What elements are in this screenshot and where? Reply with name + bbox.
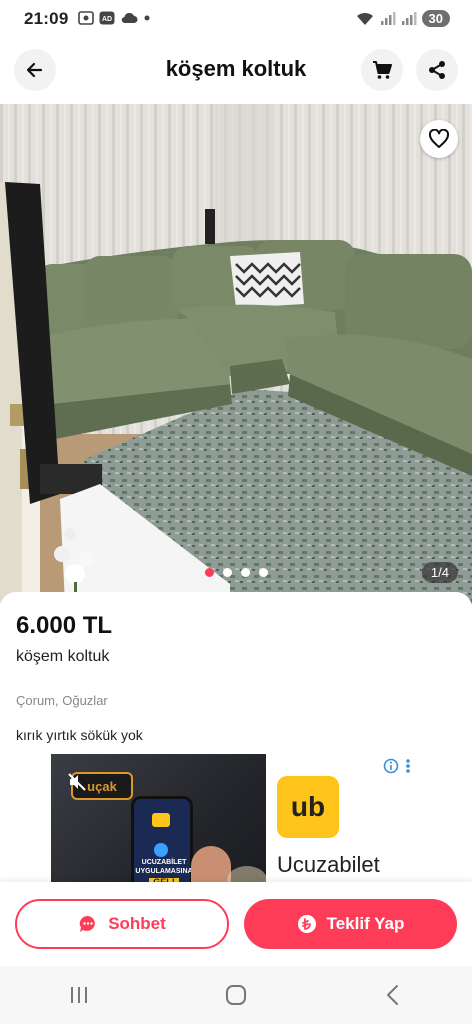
cloud-icon [121, 12, 138, 24]
action-bar: Sohbet Teklif Yap [0, 882, 472, 966]
chat-button-label: Sohbet [108, 914, 166, 933]
share-icon [429, 61, 445, 79]
system-icons: 30 [355, 10, 450, 27]
heart-icon [428, 129, 450, 148]
listing-location[interactable]: Çorum, Oğuzlar [16, 693, 108, 708]
status-time: 21:09 [24, 9, 69, 28]
ad-brand-name: Ucuzabilet [277, 852, 380, 877]
more-vertical-icon[interactable] [405, 758, 411, 774]
pagination-dot-1[interactable] [204, 568, 214, 577]
chat-button[interactable]: Sohbet [15, 899, 229, 949]
recent-apps-button[interactable] [0, 966, 157, 1024]
listing-details: 6.000 TL köşem koltuk Çorum, Oğuzlar kır… [0, 592, 472, 894]
top-app-bar: köşem koltuk [0, 38, 472, 102]
notification-icons: AD [78, 11, 151, 25]
pagination-dot-4[interactable] [258, 568, 268, 577]
share-button[interactable] [416, 49, 458, 91]
chat-bubble-icon [79, 915, 96, 932]
listing-description: kırık yırtık sökük yok [16, 727, 143, 743]
dot-icon [144, 15, 150, 21]
image-gallery[interactable]: 1/4 [0, 104, 472, 604]
ad-line-2: UYGULAMASINA [135, 868, 193, 875]
ad-controls [383, 758, 411, 774]
info-icon[interactable] [383, 758, 399, 774]
listing-price: 6.000 TL [16, 612, 113, 639]
wifi-icon [356, 12, 373, 25]
image-counter: 1/4 [421, 562, 458, 583]
home-icon [225, 985, 246, 1005]
ad-phone-logo [152, 813, 170, 827]
gallery-pagination [0, 568, 472, 577]
signal-icon-2 [401, 11, 417, 25]
ad-line-1: UCUZABİLET [141, 859, 187, 866]
ad-image: uçak UCUZABİLET UYGULAMASINA GEL! [51, 754, 266, 894]
chevron-left-icon [387, 985, 399, 1005]
recent-apps-icon [70, 987, 87, 1003]
system-navigation-bar [0, 966, 472, 1024]
home-button[interactable] [157, 966, 314, 1024]
mute-icon [68, 773, 86, 791]
listing-photo [0, 104, 472, 604]
pagination-dot-3[interactable] [240, 568, 250, 577]
svg-text:AD: AD [102, 16, 112, 23]
cart-button[interactable] [361, 49, 403, 91]
coin-icon [297, 915, 316, 933]
listing-title: köşem koltuk [16, 648, 110, 665]
advertisement-banner[interactable]: uçak UCUZABİLET UYGULAMASINA GEL! ub Ucu… [51, 754, 439, 894]
ad-badge-icon: AD [99, 11, 115, 25]
screenshot-icon [78, 11, 94, 25]
make-offer-label: Teklif Yap [326, 914, 405, 933]
favorite-button[interactable] [420, 120, 458, 158]
ad-logo: ub [277, 776, 339, 838]
cart-icon [373, 61, 392, 79]
signal-icon [380, 11, 396, 25]
battery-indicator: 30 [421, 10, 450, 27]
pagination-dot-2[interactable] [222, 568, 232, 577]
ad-phone-circle [154, 843, 168, 857]
system-back-button[interactable] [315, 966, 472, 1024]
status-bar: 21:09 AD 30 [0, 0, 472, 38]
make-offer-button[interactable]: Teklif Yap [244, 899, 457, 949]
